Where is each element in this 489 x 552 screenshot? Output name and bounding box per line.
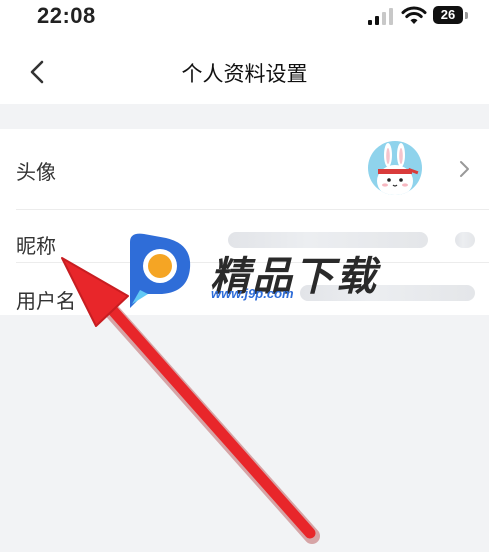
avatar-row[interactable]: 头像 [0, 129, 489, 209]
navigation-bar: 个人资料设置 [0, 40, 489, 104]
page-title: 个人资料设置 [181, 62, 308, 86]
username-label: 用户名 [16, 289, 76, 313]
battery-cap [465, 12, 468, 19]
battery-icon: 26 [433, 6, 463, 24]
wifi-icon [401, 6, 427, 24]
cellular-signal-icon [368, 8, 393, 25]
rabbit-avatar-image [368, 141, 422, 195]
watermark-url: www.j9p.com [211, 286, 294, 301]
nickname-label: 昵称 [16, 234, 56, 258]
status-time: 22:08 [37, 3, 96, 28]
j9p-logo-icon [130, 233, 191, 308]
avatar-label: 头像 [16, 160, 56, 184]
nickname-chevron-blurred [455, 232, 475, 248]
battery-level: 26 [440, 7, 456, 22]
status-bar: 22:08 26 [0, 0, 489, 40]
chevron-right-icon [460, 161, 469, 177]
avatar[interactable] [368, 141, 422, 195]
